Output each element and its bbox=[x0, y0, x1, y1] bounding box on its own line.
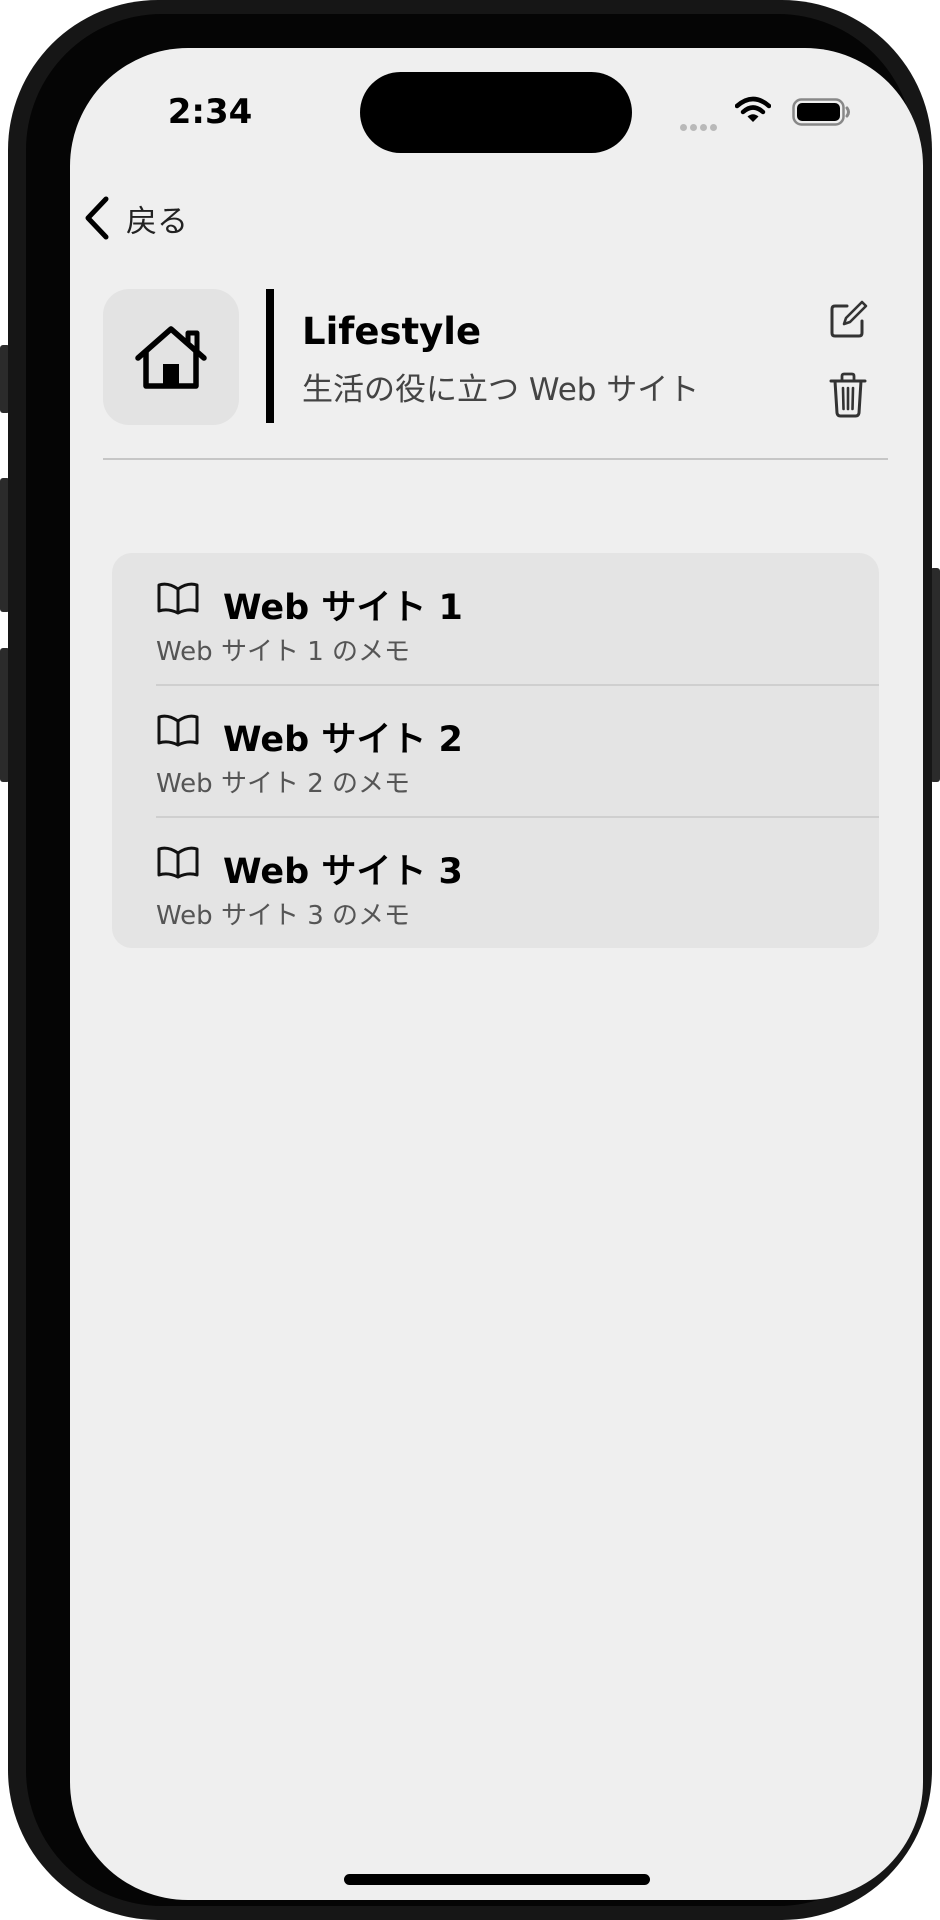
screen: 2:34 戻る Lifestyle 生活の役に立つ Web サイト Web サイ… bbox=[70, 48, 923, 1900]
phone-frame: 2:34 戻る Lifestyle 生活の役に立つ Web サイト Web サイ… bbox=[8, 0, 932, 1920]
website-list: Web サイト 1 Web サイト 1 のメモ Web サイト 2 Web サイ… bbox=[112, 553, 879, 948]
house-icon bbox=[135, 326, 207, 389]
cellular-signal-icon bbox=[680, 116, 720, 135]
website-title: Web サイト 2 bbox=[223, 720, 463, 760]
website-memo: Web サイト 3 のメモ bbox=[156, 901, 411, 931]
website-title: Web サイト 3 bbox=[223, 852, 463, 892]
header-divider bbox=[103, 458, 888, 460]
status-time: 2:34 bbox=[167, 92, 253, 132]
square-pencil-icon bbox=[830, 300, 868, 338]
website-memo: Web サイト 1 のメモ bbox=[156, 637, 411, 667]
book-icon bbox=[157, 714, 199, 747]
category-accent-bar bbox=[266, 289, 274, 423]
chevron-left-icon bbox=[85, 196, 109, 240]
category-subtitle: 生活の役に立つ Web サイト bbox=[302, 372, 700, 408]
book-icon bbox=[157, 846, 199, 879]
phone-bezel: 2:34 戻る Lifestyle 生活の役に立つ Web サイト Web サイ… bbox=[26, 14, 923, 1906]
website-row-2[interactable]: Web サイト 2 Web サイト 2 のメモ bbox=[112, 685, 879, 816]
category-title: Lifestyle bbox=[302, 310, 482, 353]
wifi-icon bbox=[734, 96, 772, 128]
category-icon-tile bbox=[103, 289, 239, 425]
trash-icon bbox=[829, 372, 867, 418]
website-memo: Web サイト 2 のメモ bbox=[156, 769, 411, 799]
edit-button[interactable] bbox=[828, 300, 868, 344]
home-indicator[interactable] bbox=[344, 1874, 650, 1885]
book-icon bbox=[157, 582, 199, 615]
dynamic-island bbox=[360, 72, 632, 153]
back-button[interactable]: 戻る bbox=[84, 188, 214, 248]
website-title: Web サイト 1 bbox=[223, 588, 463, 628]
back-label: 戻る bbox=[126, 203, 188, 240]
website-row-1[interactable]: Web サイト 1 Web サイト 1 のメモ bbox=[112, 553, 879, 684]
battery-icon bbox=[792, 98, 852, 130]
delete-button[interactable] bbox=[828, 372, 868, 422]
website-row-3[interactable]: Web サイト 3 Web サイト 3 のメモ bbox=[112, 817, 879, 948]
